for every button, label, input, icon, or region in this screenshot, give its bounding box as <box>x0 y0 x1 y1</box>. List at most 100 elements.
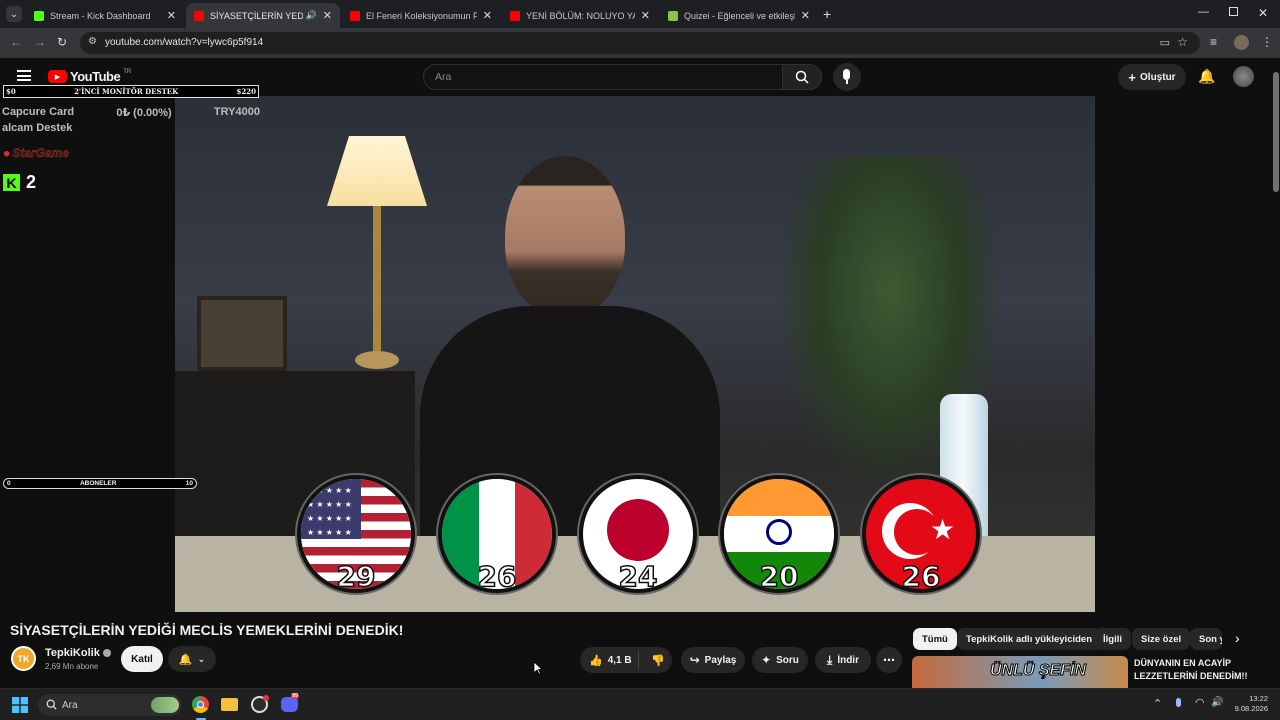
italy-flag-icon: 26 <box>438 475 556 593</box>
chip-for-you[interactable]: Size özel <box>1132 628 1191 650</box>
close-tab-icon[interactable]: ✕ <box>483 9 492 22</box>
notifications-bell-icon[interactable]: 🔔 <box>1198 68 1215 85</box>
italy-score: 26 <box>477 559 517 593</box>
cast-icon[interactable]: ▭ <box>1160 36 1170 49</box>
close-tab-icon[interactable]: ✕ <box>801 9 810 22</box>
ask-button[interactable]: ✦ Soru <box>752 647 808 673</box>
star-icon: ★ <box>930 514 956 545</box>
search-button[interactable] <box>782 64 822 90</box>
tab-title: Stream - Kick Dashboard <box>50 10 151 21</box>
site-info-icon[interactable]: ⚙ <box>88 36 97 47</box>
close-tab-icon[interactable]: ✕ <box>167 9 176 22</box>
hamburger-menu-icon[interactable] <box>17 70 31 81</box>
chip-from-uploader[interactable]: TepkiKolik adlı yükleyiciden <box>957 628 1102 650</box>
dislike-button[interactable]: 👎 <box>644 654 672 667</box>
browser-tab-active[interactable]: SİYASETÇİLERİN YEDİĞİ ME 🔊 ✕ <box>186 3 340 28</box>
page-scrollbar[interactable] <box>1272 60 1280 688</box>
voice-search-button[interactable] <box>833 63 861 91</box>
system-clock[interactable]: 13:22 9.08.2026 <box>1228 694 1268 714</box>
taskbar-search[interactable]: Ara <box>38 694 182 716</box>
browser-tab[interactable]: Stream - Kick Dashboard ✕ <box>26 3 184 28</box>
channel-avatar[interactable]: TK <box>11 646 36 671</box>
speaker-icon[interactable]: 🔊 <box>306 10 317 21</box>
like-count: 4,1 B <box>607 654 632 666</box>
restore-icon[interactable] <box>1229 7 1238 16</box>
like-button[interactable]: 👍 4,1 B <box>580 651 639 669</box>
discord-icon[interactable] <box>281 697 298 712</box>
join-button[interactable]: Katıl <box>121 646 163 672</box>
minimize-icon[interactable]: — <box>1198 6 1209 18</box>
forward-icon[interactable]: → <box>34 35 46 49</box>
more-actions-button[interactable]: ⋯ <box>876 647 902 673</box>
windows-taskbar: Ara 99 ⌃ ◠ 🔊 13:22 9.08.2026 <box>0 688 1280 720</box>
scrollbar-thumb[interactable] <box>1273 72 1279 192</box>
account-avatar[interactable] <box>1233 66 1254 87</box>
share-button[interactable]: ↪ Paylaş <box>681 647 745 673</box>
subscriber-count: 2,69 Mn abone <box>45 662 99 671</box>
brand-text: StarGame <box>12 146 69 160</box>
more-horizontal-icon: ⋯ <box>883 653 895 667</box>
profile-avatar[interactable] <box>1234 35 1249 50</box>
plus-icon: + <box>1128 69 1137 85</box>
youtube-favicon-icon <box>194 10 204 21</box>
kick-logo-icon: K <box>3 174 20 191</box>
bookmark-star-icon[interactable]: ☆ <box>1177 35 1188 49</box>
address-bar[interactable]: ⚙ youtube.com/watch?v=lywc6p5f914 ▭ ☆ <box>80 32 1200 54</box>
browser-toolbar: ← → ↻ ⚙ youtube.com/watch?v=lywc6p5f914 … <box>0 28 1280 58</box>
chevron-up-icon[interactable]: ⌃ <box>1153 697 1162 710</box>
tab-title: SİYASETÇİLERİN YEDİĞİ ME <box>210 10 303 21</box>
chrome-icon[interactable] <box>192 696 209 713</box>
stargame-logo: ● StarGame <box>3 146 69 160</box>
search-icon <box>795 70 809 84</box>
taskbar-search-placeholder: Ara <box>62 699 78 711</box>
thumbs-up-icon: 👍 <box>589 654 603 667</box>
new-tab-icon[interactable]: + <box>823 6 831 22</box>
windows-start-icon[interactable] <box>12 697 28 713</box>
picture-frame <box>197 296 287 371</box>
channel-name[interactable]: TepkiKolik <box>45 647 111 659</box>
chip-all[interactable]: Tümü <box>913 628 957 650</box>
create-button[interactable]: + Oluştur <box>1118 64 1186 90</box>
close-tab-icon[interactable]: ✕ <box>323 9 332 22</box>
japan-disc <box>607 499 669 561</box>
browser-tab[interactable]: YENİ BÖLÜM: NOLUYO YA ¿ VS ✕ <box>502 3 658 28</box>
media-controls-icon[interactable]: ≡ <box>1210 35 1217 49</box>
youtube-play-icon: ▶ <box>48 70 67 83</box>
japan-score: 24 <box>618 559 658 593</box>
goal-end: $220 <box>236 87 256 96</box>
tab-title: El Feneri Koleksiyonumun Favo <box>366 10 477 21</box>
suggested-video-thumbnail[interactable]: ÜNLÜ ŞEFİN <box>912 656 1128 688</box>
chip-recent[interactable]: Son y <box>1190 628 1222 650</box>
tab-search-button[interactable]: ⌄ <box>6 6 22 22</box>
logo-text: YouTube <box>70 69 121 84</box>
back-icon[interactable]: ← <box>10 35 22 49</box>
goal-bar: $0 2'İNCİ MONİTÖR DESTEK $220 <box>3 85 259 98</box>
close-tab-icon[interactable]: ✕ <box>641 9 650 22</box>
volume-icon[interactable]: 🔊 <box>1211 697 1223 708</box>
download-button[interactable]: ⤓ İndir <box>815 647 871 673</box>
thumbnail-text: ÜNLÜ ŞEFİN <box>990 662 1087 680</box>
suggested-video-title[interactable]: DÜNYANIN EN ACAYİP LEZZETLERİNİ DENEDİM!… <box>1134 657 1248 683</box>
browser-tab[interactable]: Quizei - Eğlenceli ve etkileşimli ✕ <box>660 3 818 28</box>
mic-tray-icon[interactable] <box>1176 698 1181 707</box>
bell-icon: 🔔 <box>178 653 193 666</box>
youtube-logo[interactable]: ▶ YouTube TR <box>48 69 131 84</box>
youtube-favicon-icon <box>510 10 520 21</box>
verified-badge-icon <box>102 649 111 657</box>
ask-label: Soru <box>776 654 799 666</box>
flame-icon: ● <box>3 146 11 160</box>
chevron-right-icon[interactable]: › <box>1235 630 1240 646</box>
reload-icon[interactable]: ↻ <box>57 35 67 49</box>
download-label: İndir <box>837 654 859 666</box>
wifi-icon[interactable]: ◠ <box>1195 696 1205 709</box>
browser-tab[interactable]: El Feneri Koleksiyonumun Favo ✕ <box>342 3 500 28</box>
close-window-icon[interactable]: ✕ <box>1258 6 1268 20</box>
capture-target: TRY4000 <box>213 106 260 118</box>
chip-related[interactable]: İlgili <box>1094 628 1131 650</box>
menu-kebab-icon[interactable]: ⋮ <box>1261 35 1273 49</box>
subscribed-bell-button[interactable]: 🔔 ⌄ <box>168 646 216 672</box>
chrome-center <box>197 701 204 708</box>
file-explorer-icon[interactable] <box>221 698 238 711</box>
usa-score: 29 <box>336 559 376 593</box>
search-input[interactable]: Ara <box>423 64 783 90</box>
